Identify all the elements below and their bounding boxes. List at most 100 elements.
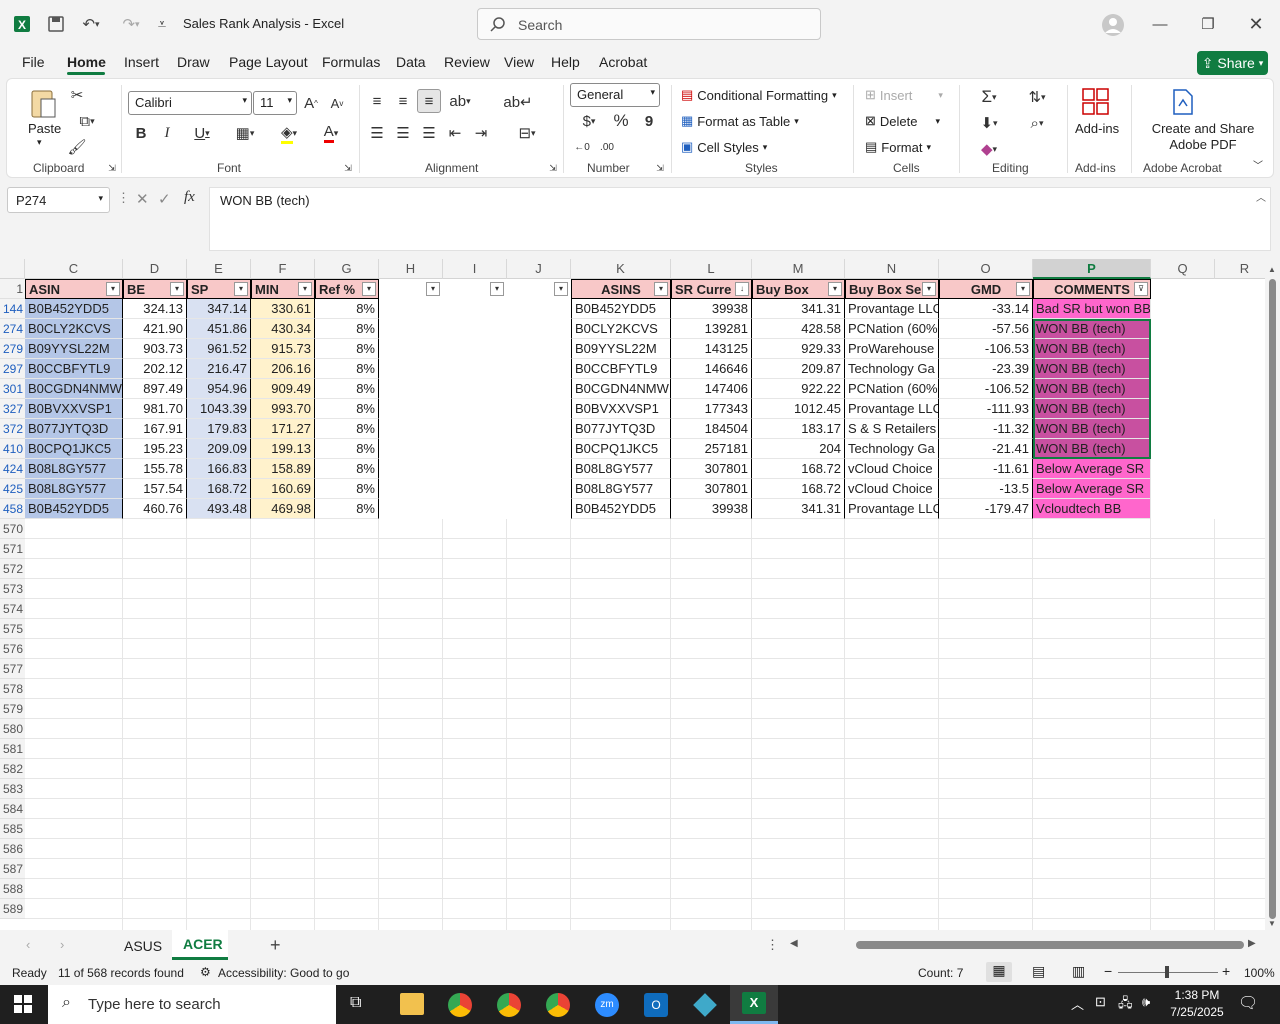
- filter-dropdown-icon[interactable]: ▾: [362, 282, 376, 296]
- cell-sp[interactable]: 961.52: [187, 339, 251, 359]
- row-header[interactable]: 425: [0, 479, 25, 499]
- name-box[interactable]: P274 ▾: [7, 187, 110, 213]
- cell-sp[interactable]: 209.09: [187, 439, 251, 459]
- tab-data[interactable]: Data: [396, 54, 426, 70]
- row-header[interactable]: 571: [0, 539, 25, 559]
- taskbar-time[interactable]: 1:38 PM: [1172, 988, 1222, 1002]
- status-accessibility[interactable]: Accessibility: Good to go: [218, 966, 349, 980]
- column-header-n[interactable]: N: [845, 259, 939, 279]
- worksheet-grid[interactable]: CDEFGHIJKLMNOPQR 1 144 274 279 297 301 327 372 4…: [0, 259, 1265, 930]
- row-header[interactable]: 586: [0, 839, 25, 859]
- normal-view-icon[interactable]: ▦: [986, 962, 1012, 982]
- align-middle-icon[interactable]: ≡: [393, 91, 413, 111]
- cut-icon[interactable]: ✂: [67, 85, 87, 105]
- next-sheet-icon[interactable]: ›: [60, 937, 64, 952]
- cell-asins[interactable]: B0BVXXVSP1: [571, 399, 671, 419]
- show-hidden-icons-icon[interactable]: ︿: [1071, 994, 1084, 1013]
- cell-asins[interactable]: B077JYTQ3D: [571, 419, 671, 439]
- cell-ref[interactable]: 8%: [315, 499, 379, 519]
- windows-start-icon[interactable]: [14, 995, 32, 1013]
- column-header-q[interactable]: Q: [1151, 259, 1215, 279]
- cell-seller[interactable]: vCloud Choice: [845, 479, 939, 499]
- cell-be[interactable]: 460.76: [123, 499, 187, 519]
- filter-dropdown-icon[interactable]: ▾: [170, 282, 184, 296]
- enter-icon[interactable]: ✓: [158, 190, 171, 208]
- column-header-r[interactable]: R: [1215, 259, 1265, 279]
- cell-seller[interactable]: PCNation (60%: [845, 379, 939, 399]
- chrome-profile-icon[interactable]: [497, 993, 521, 1017]
- zoom-slider-thumb[interactable]: [1165, 966, 1169, 978]
- cell-be[interactable]: 421.90: [123, 319, 187, 339]
- cell-sr[interactable]: 307801: [671, 459, 752, 479]
- save-icon[interactable]: [44, 12, 68, 36]
- cell-gmd[interactable]: -106.52: [939, 379, 1033, 399]
- cell-seller[interactable]: Provantage LLC: [845, 299, 939, 319]
- cell-sr[interactable]: 184504: [671, 419, 752, 439]
- wrap-text-icon[interactable]: ab↵: [503, 91, 532, 113]
- increase-font-icon[interactable]: A ^: [301, 93, 321, 113]
- cell-sp[interactable]: 216.47: [187, 359, 251, 379]
- cell-seller[interactable]: vCloud Choice: [845, 459, 939, 479]
- filter-dropdown-icon[interactable]: ▾: [234, 282, 248, 296]
- currency-icon[interactable]: $ ▾: [572, 111, 606, 131]
- row-header[interactable]: 572: [0, 559, 25, 579]
- tab-home[interactable]: Home: [67, 54, 106, 70]
- cell-ref[interactable]: 8%: [315, 479, 379, 499]
- search-input[interactable]: Search: [477, 8, 821, 40]
- row-header[interactable]: 1: [0, 279, 25, 299]
- cell-buybox[interactable]: 428.58: [752, 319, 845, 339]
- cancel-icon[interactable]: ✕: [136, 190, 149, 208]
- conditional-formatting-button[interactable]: ▤ Conditional Formatting ▾: [681, 87, 837, 103]
- app-diamond-icon[interactable]: [693, 993, 717, 1017]
- filter-dropdown-icon[interactable]: ▾: [654, 282, 668, 296]
- cell-min[interactable]: 430.34: [251, 319, 315, 339]
- page-layout-view-icon[interactable]: ▤: [1032, 963, 1045, 980]
- clear-icon[interactable]: ◆ ▾: [969, 139, 1009, 159]
- cell-asin[interactable]: B0B452YDD5: [25, 499, 123, 519]
- cell-asins[interactable]: B0CLY2KCVS: [571, 319, 671, 339]
- add-sheet-icon[interactable]: +: [270, 935, 281, 956]
- cell-sr[interactable]: 143125: [671, 339, 752, 359]
- chrome-icon[interactable]: [448, 993, 472, 1017]
- cell-ref[interactable]: 8%: [315, 419, 379, 439]
- cell-seller[interactable]: Technology Ga: [845, 359, 939, 379]
- dialog-launcher-icon[interactable]: ⇲: [655, 163, 665, 173]
- filter-dropdown-icon[interactable]: ▾: [554, 282, 568, 296]
- filter-dropdown-icon[interactable]: ↓: [735, 282, 749, 296]
- more-options-icon[interactable]: ⋮: [117, 190, 130, 206]
- cell-seller[interactable]: Provantage LLC: [845, 499, 939, 519]
- notifications-icon[interactable]: 🗨: [1238, 993, 1258, 1013]
- cell-asins[interactable]: B08L8GY577: [571, 459, 671, 479]
- cell-seller[interactable]: ProWarehouse: [845, 339, 939, 359]
- cell-asin[interactable]: B0BVXXVSP1: [25, 399, 123, 419]
- cell-asins[interactable]: B08L8GY577: [571, 479, 671, 499]
- row-header[interactable]: 580: [0, 719, 25, 739]
- cell-min[interactable]: 160.69: [251, 479, 315, 499]
- cell-ref[interactable]: 8%: [315, 399, 379, 419]
- cell-gmd[interactable]: -11.32: [939, 419, 1033, 439]
- cell-gmd[interactable]: -179.47: [939, 499, 1033, 519]
- column-header-e[interactable]: E: [187, 259, 251, 279]
- restore-button[interactable]: ❐: [1196, 12, 1220, 36]
- undo-icon[interactable]: ↶ ▾: [74, 12, 108, 36]
- row-header[interactable]: 576: [0, 639, 25, 659]
- cell-sr[interactable]: 39938: [671, 299, 752, 319]
- cell-asin[interactable]: B0CLY2KCVS: [25, 319, 123, 339]
- account-avatar[interactable]: [1100, 12, 1126, 38]
- file-explorer-icon[interactable]: [400, 993, 424, 1015]
- cell-sr[interactable]: 177343: [671, 399, 752, 419]
- paste-dropdown-icon[interactable]: ▾: [37, 137, 42, 148]
- close-button[interactable]: ✕: [1244, 12, 1268, 36]
- cell-comment[interactable]: Vcloudtech BB: [1033, 499, 1151, 519]
- cell-buybox[interactable]: 341.31: [752, 299, 845, 319]
- row-header[interactable]: 579: [0, 699, 25, 719]
- filter-dropdown-icon[interactable]: ▾: [922, 282, 936, 296]
- cell-ref[interactable]: 8%: [315, 439, 379, 459]
- filter-dropdown-icon[interactable]: ▾: [490, 282, 504, 296]
- row-header[interactable]: 584: [0, 799, 25, 819]
- cell-min[interactable]: 993.70: [251, 399, 315, 419]
- sort-filter-icon[interactable]: ⇅ ▾: [1017, 87, 1057, 107]
- column-header-g[interactable]: G: [315, 259, 379, 279]
- filter-dropdown-icon[interactable]: ▾: [106, 282, 120, 296]
- row-header[interactable]: 587: [0, 859, 25, 879]
